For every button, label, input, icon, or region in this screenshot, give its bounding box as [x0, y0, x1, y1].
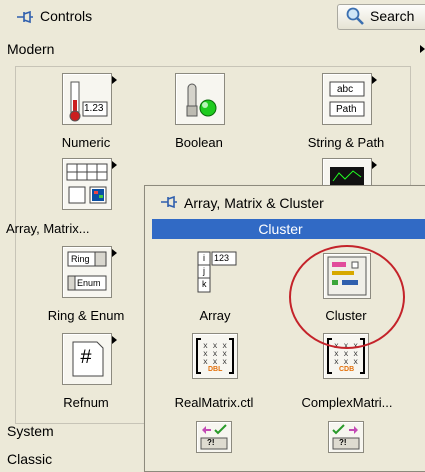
submenu-arrow-icon	[420, 45, 425, 53]
real-matrix-label: RealMatrix.ctl	[174, 395, 254, 410]
sub-palette-title: Array, Matrix & Cluster	[184, 195, 324, 211]
refnum-control[interactable]: #	[62, 333, 112, 385]
sub-pin-icon[interactable]	[160, 195, 178, 212]
string-path-control[interactable]: abc Path	[322, 73, 372, 125]
category-classic[interactable]: Classic	[7, 451, 52, 467]
array-matrix-icon	[66, 163, 108, 204]
array-icon-text: 123	[214, 253, 230, 263]
ring-enum-control[interactable]: Ring Enum	[62, 246, 112, 298]
variant-to-data-icon	[200, 424, 228, 450]
path-icon-text: Path	[336, 104, 357, 115]
numeric-arrow-icon	[112, 76, 117, 84]
complex-matrix-icon-text: CDB	[339, 366, 355, 373]
palette-title: Controls	[40, 8, 93, 24]
numeric-icon	[69, 81, 108, 122]
boolean-icon	[186, 83, 217, 117]
annotation-circle	[289, 245, 405, 349]
array-control[interactable]: i j k 123	[192, 248, 240, 298]
numeric-label: Numeric	[61, 135, 111, 150]
graph-control[interactable]	[322, 158, 372, 186]
highlighted-item-label: Cluster	[258, 221, 303, 237]
pin-icon[interactable]	[16, 10, 34, 24]
refnum-icon-text: #	[80, 347, 93, 370]
string-icon-text: abc	[337, 84, 354, 95]
complex-matrix-label: ComplexMatri...	[301, 395, 393, 410]
svg-text:k: k	[202, 279, 207, 289]
data-to-variant-control[interactable]: ?!	[328, 421, 364, 453]
real-matrix-control[interactable]: x x xx x xx x x DBL	[192, 333, 238, 379]
string-arrow-icon	[372, 76, 377, 84]
search-label: Search	[370, 8, 415, 24]
array-arrow-icon	[112, 161, 117, 169]
array-label: Array	[199, 308, 231, 323]
ring-arrow-icon	[112, 249, 117, 257]
array-matrix-label: Array, Matrix...	[6, 221, 90, 236]
data-to-variant-icon	[332, 424, 360, 450]
category-modern[interactable]: Modern	[7, 41, 54, 57]
highlighted-item-bar: Cluster	[152, 219, 425, 239]
category-system[interactable]: System	[7, 423, 54, 439]
bottom-icon-text-2: ?!	[339, 438, 347, 447]
real-matrix-icon-text: DBL	[208, 366, 223, 373]
svg-text:j: j	[202, 266, 205, 276]
array-matrix-control[interactable]	[62, 158, 112, 210]
boolean-control[interactable]	[175, 73, 225, 125]
ring-enum-label: Ring & Enum	[47, 308, 125, 323]
string-path-icon	[329, 81, 365, 117]
boolean-label: Boolean	[175, 135, 223, 150]
numeric-control[interactable]: 1.23	[62, 73, 112, 125]
bottom-icon-text-1: ?!	[207, 438, 215, 447]
search-icon	[345, 7, 365, 28]
enum-icon-text: Enum	[77, 278, 101, 288]
graph-arrow-icon	[372, 161, 377, 169]
string-path-label: String & Path	[307, 135, 385, 150]
variant-to-data-control[interactable]: ?!	[196, 421, 232, 453]
graph-icon	[330, 167, 364, 186]
refnum-arrow-icon	[112, 336, 117, 344]
numeric-icon-text: 1.23	[84, 103, 104, 114]
ring-icon-text: Ring	[71, 254, 90, 264]
svg-text:i: i	[203, 253, 205, 263]
refnum-label: Refnum	[63, 395, 109, 410]
